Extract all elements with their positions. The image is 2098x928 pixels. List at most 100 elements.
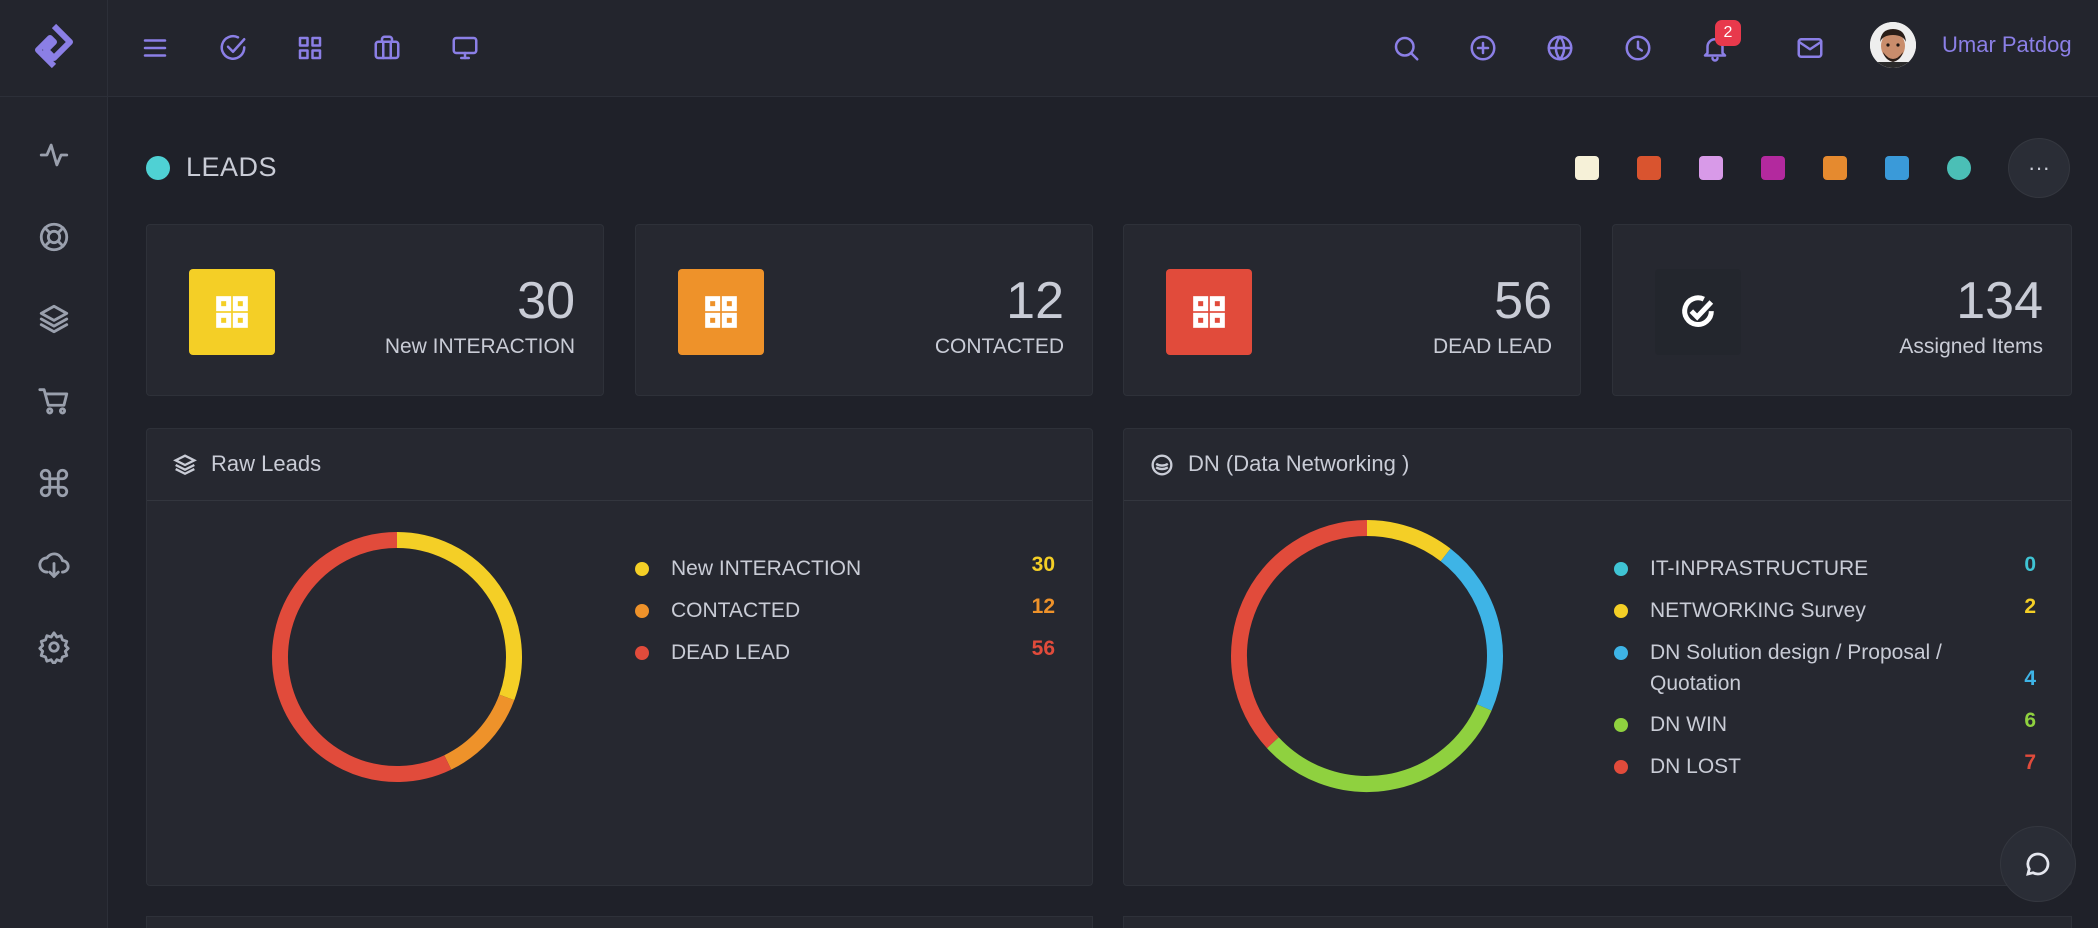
dn-panel: DN (Data Networking ) IT-INPRASTRUCTURE 0…	[1123, 428, 2072, 886]
monitor-icon[interactable]	[443, 26, 487, 70]
stat-card-assigned-items[interactable]: 134 Assigned Items	[1612, 224, 2072, 396]
donut-slice[interactable]	[396, 532, 522, 701]
clock-icon[interactable]	[1616, 26, 1660, 70]
stat-card-new-interaction[interactable]: 30 New INTERACTION	[146, 224, 604, 396]
grid-icon	[1166, 269, 1252, 355]
panel-header: DN (Data Networking )	[1124, 429, 2071, 501]
shopping-cart-icon[interactable]	[32, 379, 76, 423]
notifications-bell-icon[interactable]: 2	[1693, 20, 1741, 70]
legend-dot	[1614, 718, 1628, 732]
legend-dot	[635, 604, 649, 618]
layers-icon[interactable]	[32, 297, 76, 341]
dn-donut-chart	[1231, 520, 1503, 792]
coins-icon	[1148, 451, 1176, 479]
check-circle-icon	[1655, 269, 1741, 355]
donut-slice[interactable]	[1440, 548, 1503, 711]
raw-leads-legend: New INTERACTION 30 CONTACTED 12 DEAD LEAD 56	[635, 553, 1075, 753]
sidebar	[0, 97, 108, 928]
theme-swatch-cream[interactable]	[1575, 156, 1599, 180]
raw-leads-donut-chart	[272, 532, 522, 782]
legend-label: New INTERACTION	[671, 557, 862, 580]
stat-label: New INTERACTION	[384, 335, 575, 358]
stat-card-contacted[interactable]: 12 CONTACTED	[635, 224, 1093, 396]
donut-slice[interactable]	[1231, 520, 1368, 749]
donut-slice[interactable]	[1266, 704, 1492, 792]
page-title: LEADS	[186, 152, 278, 182]
legend-value: 7	[2024, 751, 2036, 774]
legend-label: CONTACTED	[671, 599, 801, 622]
avatar-face-icon	[1870, 22, 1916, 68]
theme-swatch-teal[interactable]	[1947, 156, 1971, 180]
command-icon[interactable]	[32, 461, 76, 505]
stat-value: 134	[1956, 272, 2043, 330]
legend-dot	[1614, 646, 1628, 660]
legend-value: 2	[2024, 595, 2036, 618]
next-panel-edge	[1123, 916, 2072, 928]
legend-dot	[635, 562, 649, 576]
logo[interactable]	[0, 0, 108, 97]
legend-value: 56	[1031, 637, 1055, 660]
panel-header: Raw Leads	[147, 429, 1092, 501]
theme-swatch-blue[interactable]	[1885, 156, 1909, 180]
legend-label: DN WIN	[1650, 713, 1727, 736]
stat-label: DEAD LEAD	[1432, 335, 1552, 358]
legend-dot	[1614, 562, 1628, 576]
settings-gear-icon[interactable]	[32, 625, 76, 669]
add-circle-icon[interactable]	[1461, 26, 1505, 70]
mail-icon[interactable]	[1788, 26, 1832, 70]
legend-value: 6	[2024, 709, 2036, 732]
legend-value: 30	[1031, 553, 1055, 576]
user-name[interactable]: Umar Patdog	[1942, 32, 2072, 58]
legend-dot	[1614, 604, 1628, 618]
theme-swatch-lavender[interactable]	[1699, 156, 1723, 180]
apps-grid-icon[interactable]	[288, 26, 332, 70]
donut-slice[interactable]	[1366, 520, 1451, 562]
grid-icon	[678, 269, 764, 355]
chat-button[interactable]	[2000, 826, 2076, 902]
page-title-dot	[146, 156, 170, 180]
search-icon[interactable]	[1384, 26, 1428, 70]
legend-value: 12	[1031, 595, 1055, 618]
legend-label: IT-INPRASTRUCTURE	[1650, 557, 1869, 580]
legend-label: NETWORKING Survey	[1650, 599, 1866, 622]
layers-icon	[171, 451, 199, 479]
theme-swatch-magenta[interactable]	[1761, 156, 1785, 180]
top-navbar: 2 Umar Patdog	[0, 0, 2098, 97]
notification-badge: 2	[1715, 20, 1741, 46]
theme-swatch-orange-red[interactable]	[1637, 156, 1661, 180]
grid-icon	[189, 269, 275, 355]
stat-value: 56	[1494, 272, 1552, 330]
legend-label: DN LOST	[1650, 755, 1742, 778]
panel-title: DN (Data Networking )	[1188, 451, 1410, 476]
donut-slice[interactable]	[272, 532, 452, 782]
activity-pulse-icon[interactable]	[32, 133, 76, 177]
stat-value: 30	[517, 272, 575, 330]
globe-icon[interactable]	[1538, 26, 1582, 70]
tasks-check-icon[interactable]	[211, 26, 255, 70]
more-dots-icon: ···	[2028, 155, 2050, 180]
legend-label: DN Solution design / Proposal / Quotatio…	[1650, 641, 1942, 695]
more-options-button[interactable]: ···	[2008, 138, 2070, 198]
stat-label: Assigned Items	[1899, 335, 2043, 358]
stat-value: 12	[1006, 272, 1064, 330]
user-avatar[interactable]	[1870, 22, 1916, 68]
chat-bubble-icon	[2026, 852, 2050, 876]
legend-label: DEAD LEAD	[671, 641, 791, 664]
cloud-download-icon[interactable]	[32, 543, 76, 587]
donut-slice[interactable]	[444, 694, 515, 770]
briefcase-icon[interactable]	[365, 26, 409, 70]
support-lifebuoy-icon[interactable]	[32, 215, 76, 259]
panel-title: Raw Leads	[211, 451, 322, 476]
raw-leads-panel: Raw Leads New INTERACTION 30 CONTACTED 12 DE…	[146, 428, 1093, 886]
legend-value: 4	[2024, 667, 2036, 690]
legend-dot	[1614, 760, 1628, 774]
menu-icon[interactable]	[133, 26, 177, 70]
brand-logo-icon	[34, 23, 73, 68]
dn-legend: IT-INPRASTRUCTURE 0 NETWORKING Survey 2 DN S…	[1614, 553, 2056, 793]
legend-dot	[635, 646, 649, 660]
theme-swatch-orange[interactable]	[1823, 156, 1847, 180]
stat-label: CONTACTED	[934, 335, 1064, 358]
legend-value: 0	[2024, 553, 2036, 576]
stat-card-dead-lead[interactable]: 56 DEAD LEAD	[1123, 224, 1581, 396]
next-panel-edge	[146, 916, 1093, 928]
